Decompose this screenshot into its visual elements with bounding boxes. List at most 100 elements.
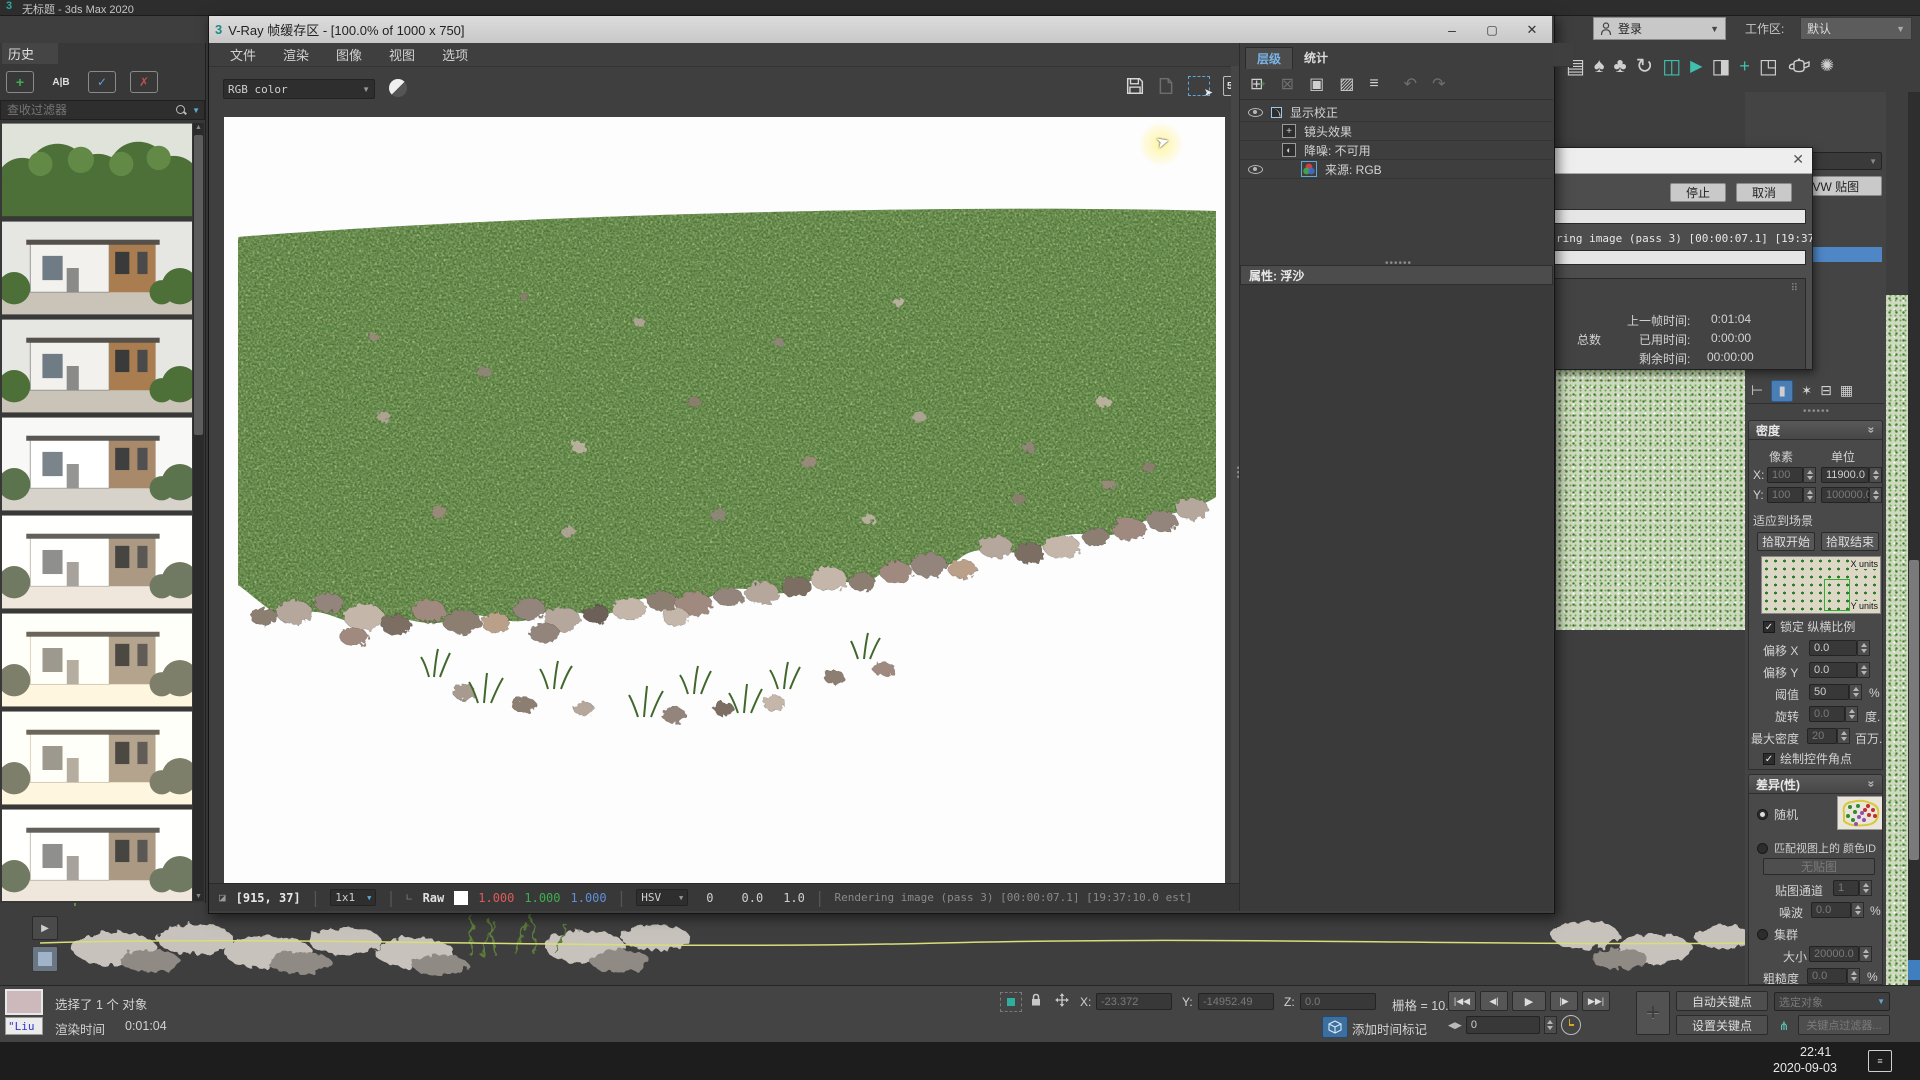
time-config-clock-icon[interactable] [1561,1015,1581,1035]
workspace-dropdown[interactable]: 默认 ▼ [1800,17,1912,40]
max-density-spinner[interactable] [1837,728,1850,744]
history-list[interactable] [2,123,192,901]
render-thumbnail[interactable] [2,613,192,707]
frame-number-field[interactable]: 0 [1466,1016,1540,1034]
coord-y-field[interactable]: -14952.49 [1198,993,1274,1010]
x-pixels-spinner[interactable] [1803,467,1816,483]
pick-start-button[interactable]: 拾取开始 [1757,532,1815,551]
noise-field[interactable]: 0.0 [1811,902,1851,918]
coord-z-field[interactable]: 0.0 [1300,993,1376,1010]
history-set-a-icon[interactable]: ✓ [88,71,116,93]
rotation-field[interactable]: 0.0 [1809,706,1845,722]
render-teapot-icon[interactable] [1787,58,1811,74]
scrollbar-thumb[interactable] [1909,560,1919,860]
key-filters-button[interactable]: 关键点过滤器... [1798,1015,1890,1035]
minimize-button[interactable]: – [1432,17,1472,43]
dialog-close-icon[interactable]: ✕ [1792,151,1804,168]
roughness-spinner[interactable] [1847,968,1860,984]
render-thumbnail[interactable] [2,221,192,315]
density-rollout-header[interactable]: 密度 » [1748,420,1883,440]
layers-list-icon[interactable]: ≡ [1369,75,1378,93]
region-render-icon[interactable]: ➤ [1188,76,1210,96]
render-thumbnail[interactable] [2,319,192,413]
y-units-field[interactable]: 100000.0 [1821,487,1869,503]
render-thumbnail[interactable] [2,711,192,805]
menu-options[interactable]: 选项 [442,45,468,64]
menu-image[interactable]: 图像 [336,45,362,64]
random-radio[interactable] [1757,809,1768,820]
mini-layout-button[interactable] [32,946,58,972]
key-mode-icon[interactable]: ◀▶ [1448,1020,1462,1031]
save-layers-icon[interactable]: ▣ [1309,74,1324,94]
history-tab[interactable]: 历史 [2,43,58,64]
coord-x-field[interactable]: -23.372 [1096,993,1172,1010]
match-color-id-radio[interactable] [1757,843,1768,854]
time-tag-cube-button[interactable] [1322,1016,1348,1038]
layers-stack-icon[interactable]: ◫ [1662,54,1681,79]
render-thumbnail[interactable] [2,417,192,511]
random-radio-row[interactable]: 随机 [1757,806,1798,823]
y-units-spinner[interactable] [1869,487,1882,503]
vfb-title-bar[interactable]: 3 V-Ray 帧缓存区 - [100.0% of 1000 x 750] – … [209,16,1552,44]
history-save-icon[interactable]: + [6,71,34,93]
layer-row-display-correction[interactable]: 显示校正 [1240,103,1553,122]
panel-grip[interactable]: •••••• [1803,406,1830,417]
configure-stack-icon[interactable]: ▦ [1840,382,1853,399]
pin-stack-icon[interactable]: ⊢ [1751,382,1763,399]
roughness-field[interactable]: 0.0 [1807,968,1847,984]
forest-icon[interactable]: ♠ [1594,55,1605,78]
no-map-button[interactable]: 无贴图 [1763,858,1875,875]
offset-x-spinner[interactable] [1857,640,1870,656]
history-ab-compare-icon[interactable]: A|B [48,72,74,92]
pin-icon[interactable]: ◪ [219,891,226,904]
light-settings-icon[interactable]: ✺ [1820,56,1834,76]
undo-icon[interactable]: ↶ [1404,74,1417,94]
selection-set-dropdown[interactable]: 选定对象 ▼ [1774,992,1890,1011]
clock-time[interactable]: 22:41 [1800,1045,1831,1059]
visibility-eye-icon[interactable] [1248,165,1263,174]
selection-region-icon[interactable] [1000,992,1022,1012]
pixel-ratio-dropdown[interactable]: 1x1 ▼ [330,889,376,906]
stop-button[interactable]: 停止 [1670,183,1726,202]
x-units-spinner[interactable] [1869,467,1882,483]
x-pixels-field[interactable]: 100 [1767,467,1803,483]
menu-file[interactable]: 文件 [230,45,256,64]
history-filter-input[interactable] [5,102,176,118]
max-density-field[interactable]: 20 [1807,728,1837,744]
go-end-button[interactable]: ▶▶| [1582,991,1610,1011]
hsv-dropdown[interactable]: HSV ▼ [636,889,688,906]
next-frame-button[interactable]: |▶ [1550,991,1578,1011]
threshold-spinner[interactable] [1849,684,1862,700]
command-panel-scrollbar[interactable] [1908,92,1920,985]
visibility-eye-icon[interactable] [1248,108,1263,117]
sphere-preview-icon[interactable] [389,79,407,97]
cluster-radio-row[interactable]: 集群 [1757,926,1798,943]
make-unique-icon[interactable]: ✶ [1801,383,1812,399]
clock-date[interactable]: 2020-09-03 [1773,1061,1837,1075]
layer-row-source[interactable]: 来源: RGB [1240,160,1553,179]
notification-icon[interactable]: ≡ [1868,1050,1892,1072]
app-title-bar[interactable]: 3 无标题 - 3ds Max 2020 [0,0,1920,16]
size-spinner[interactable] [1859,946,1872,962]
arc-rotate-icon[interactable]: ↻ [1636,54,1654,79]
map-channel-spinner[interactable] [1859,880,1872,896]
map-channel-field[interactable]: 1 [1833,880,1859,896]
layer-row-denoise[interactable]: ◐ 降噪: 不可用 [1240,141,1553,160]
frame-spinner[interactable] [1544,1016,1557,1034]
vfb-splitter[interactable]: ••• [1231,66,1239,883]
render-thumbnail[interactable] [2,515,192,609]
cancel-button[interactable]: 取消 [1736,183,1792,202]
cluster-radio[interactable] [1757,929,1768,940]
offset-y-field[interactable]: 0.0 [1809,662,1857,678]
scroll-down-icon[interactable]: ▼ [195,893,202,900]
keyframe-icon[interactable]: ▶ [1690,56,1702,76]
offset-y-spinner[interactable] [1857,662,1870,678]
login-dropdown[interactable]: 登录 ▼ [1593,17,1726,40]
set-key-button[interactable]: 设置关键点 [1676,1015,1768,1035]
layer-row-lens-effects[interactable]: + 镜头效果 [1240,122,1553,141]
load-layers-icon[interactable]: ▨ [1339,74,1354,94]
rotation-spinner[interactable] [1845,706,1858,722]
dialog-title-bar[interactable]: ✕ [1554,148,1812,174]
x-units-field[interactable]: 11900.0 [1821,467,1869,483]
save-image-icon[interactable] [1126,77,1144,95]
